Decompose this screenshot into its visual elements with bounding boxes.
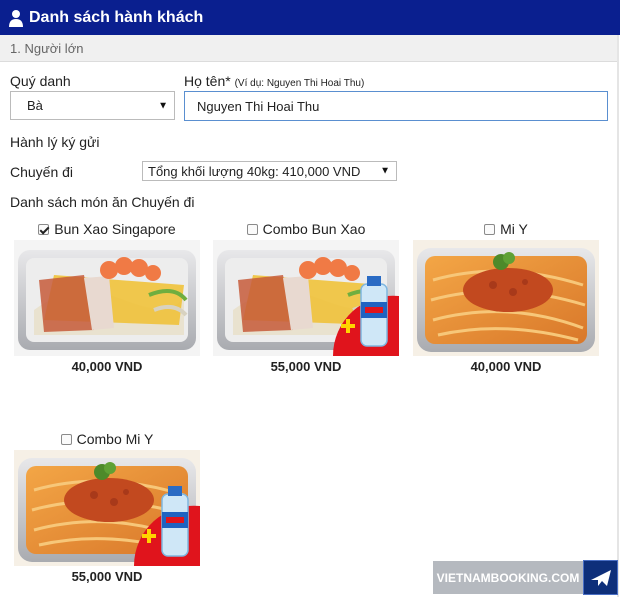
meal-item: Combo Bun Xao 55,000 VND	[213, 218, 399, 374]
meal-image	[413, 240, 599, 356]
meal-image	[14, 240, 200, 356]
fullname-input[interactable]	[184, 91, 608, 121]
panel-border	[617, 35, 619, 597]
meal-item: Combo Mi Y 55,000 VND	[14, 428, 200, 584]
airplane-icon	[583, 560, 618, 595]
passenger-list-header: Danh sách hành khách	[0, 0, 620, 35]
baggage-value: Tổng khối lượng 40kg: 410,000 VND	[148, 163, 361, 179]
dropdown-arrow-icon: ▼	[380, 165, 390, 177]
user-icon	[9, 9, 23, 27]
meal-image	[213, 240, 399, 356]
fullname-label: Họ tên* (Ví dụ: Nguyen Thi Hoai Thu)	[184, 73, 364, 89]
passenger-section-title: 1. Người lớn	[0, 35, 618, 62]
watermark-text: VIETNAMBOOKING.COM	[433, 561, 583, 594]
meal-name: Combo Bun Xao	[262, 221, 366, 237]
fullname-hint: (Ví dụ: Nguyen Thi Hoai Thu)	[234, 78, 365, 89]
meal-option[interactable]: Bun Xao Singapore	[14, 218, 200, 240]
meal-item: Mi Y 40,000 VND	[413, 218, 599, 374]
meal-name: Combo Mi Y	[76, 431, 154, 447]
meal-option[interactable]: Combo Mi Y	[14, 428, 200, 450]
meals-label: Danh sách món ăn Chuyến đi	[10, 194, 195, 210]
meal-option[interactable]: Combo Bun Xao	[213, 218, 399, 240]
baggage-select[interactable]: Tổng khối lượng 40kg: 410,000 VND ▼	[142, 161, 397, 181]
dropdown-arrow-icon: ▼	[158, 100, 168, 111]
meal-checkbox[interactable]	[38, 223, 50, 235]
meal-name: Mi Y	[500, 221, 528, 237]
meal-price: 40,000 VND	[470, 359, 542, 374]
meal-checkbox[interactable]	[246, 223, 258, 235]
meal-name: Bun Xao Singapore	[54, 221, 176, 237]
meal-checkbox[interactable]	[484, 223, 496, 235]
header-title: Danh sách hành khách	[29, 8, 204, 26]
meal-price: 55,000 VND	[270, 359, 342, 374]
meal-price: 40,000 VND	[71, 359, 143, 374]
fullname-label-text: Họ tên*	[184, 73, 231, 89]
trip-label: Chuyến đi	[10, 164, 74, 180]
meal-checkbox[interactable]	[60, 433, 72, 445]
baggage-label: Hành lý ký gửi	[10, 134, 100, 150]
meal-option[interactable]: Mi Y	[413, 218, 599, 240]
salutation-value: Bà	[27, 98, 43, 113]
meal-item: Bun Xao Singapore 40,000 VND	[14, 218, 200, 374]
salutation-select[interactable]: Bà ▼	[10, 91, 175, 120]
meal-image	[14, 450, 200, 566]
meal-price: 55,000 VND	[71, 569, 143, 584]
salutation-label: Quý danh	[10, 73, 71, 89]
